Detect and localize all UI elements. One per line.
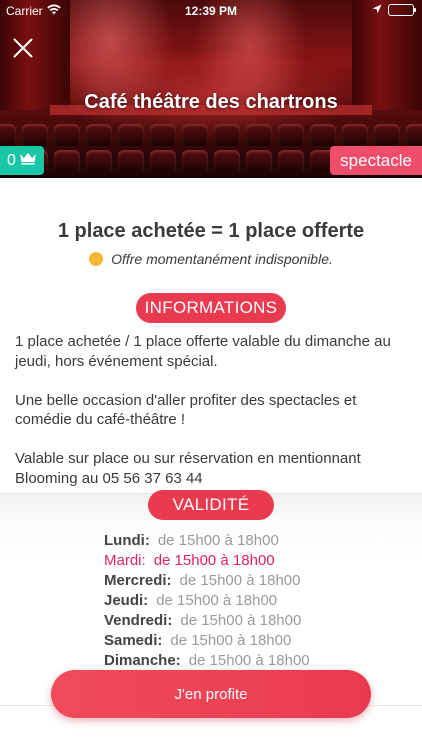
- schedule-row: Lundi: de 15h00 à 18h00: [104, 531, 310, 551]
- description-paragraph: 1 place achetée / 1 place offerte valabl…: [15, 333, 391, 370]
- offer-description: 1 place achetée / 1 place offerte valabl…: [15, 332, 392, 508]
- crown-icon: [19, 152, 37, 170]
- category-badge: spectacle: [330, 146, 422, 175]
- schedule-day: Jeudi:: [104, 592, 149, 609]
- schedule-day: Dimanche:: [104, 652, 181, 669]
- schedule-row: Jeudi: de 15h00 à 18h00: [104, 591, 310, 611]
- schedule-hours: de 15h00 à 18h00: [157, 532, 279, 549]
- venue-title: Café théâtre des chartrons: [84, 91, 338, 113]
- jen-profite-button[interactable]: J'en profite: [51, 670, 371, 718]
- schedule-hours: de 15h00 à 18h00: [153, 552, 275, 569]
- schedule-row: Mercredi: de 15h00 à 18h00: [104, 571, 310, 591]
- description-paragraph: Une belle occasion d'aller profiter des …: [15, 391, 357, 429]
- schedule-day: Vendredi:: [104, 612, 173, 629]
- opening-schedule: Lundi: de 15h00 à 18h00 Mardi: de 15h00 à …: [104, 531, 310, 671]
- schedule-row: Dimanche: de 15h00 à 18h00: [104, 651, 310, 671]
- crown-count: 0: [7, 151, 16, 169]
- schedule-hours: de 15h00 à 18h00: [170, 632, 292, 649]
- description-paragraph: Valable sur place ou sur réservation en …: [15, 450, 361, 487]
- schedule-hours: de 15h00 à 18h00: [188, 652, 310, 669]
- availability-text: Offre momentanément indisponible.: [111, 251, 333, 267]
- status-time: 12:39 PM: [184, 4, 238, 18]
- availability-status: Offre momentanément indisponible.: [0, 251, 422, 267]
- validity-header: VALIDITÉ: [148, 490, 274, 520]
- crown-badge: 0: [0, 146, 44, 175]
- schedule-row-today: Mardi: de 15h00 à 18h00: [104, 551, 310, 571]
- status-bar: Carrier 12:39 PM: [0, 0, 422, 24]
- schedule-hours: de 15h00 à 18h00: [180, 612, 302, 629]
- informations-header: INFORMATIONS: [136, 293, 286, 323]
- close-button[interactable]: [10, 35, 36, 61]
- battery-icon: [388, 4, 416, 16]
- schedule-day: Lundi:: [104, 532, 150, 549]
- schedule-hours: de 15h00 à 18h00: [156, 592, 278, 609]
- schedule-hours: de 15h00 à 18h00: [179, 572, 301, 589]
- schedule-day: Samedi:: [104, 632, 163, 649]
- location-arrow-icon: [372, 3, 382, 17]
- offer-title: 1 place achetée = 1 place offerte: [57, 220, 365, 242]
- schedule-row: Vendredi: de 15h00 à 18h00: [104, 611, 310, 631]
- schedule-day: Mardi:: [104, 552, 146, 569]
- status-dot-icon: [89, 252, 104, 266]
- schedule-day: Mercredi:: [104, 572, 172, 589]
- status-right: [372, 3, 416, 17]
- schedule-row: Samedi: de 15h00 à 18h00: [104, 631, 310, 651]
